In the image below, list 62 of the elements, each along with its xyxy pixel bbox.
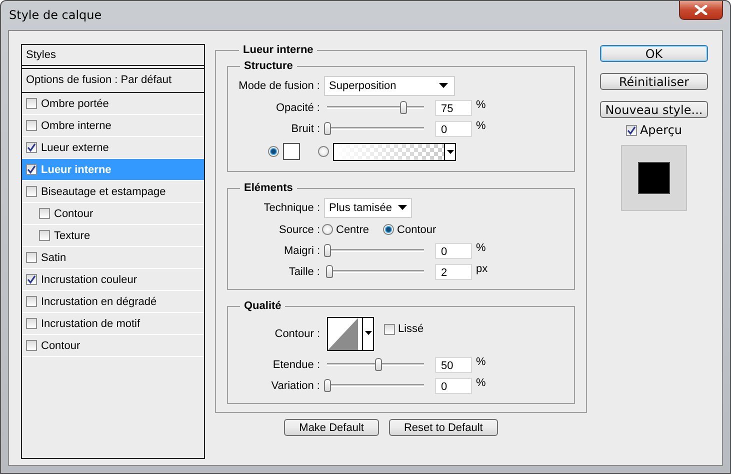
window-title: Style de calque: [9, 8, 102, 22]
style-item[interactable]: Biseautage et estampage: [22, 181, 204, 203]
field-label: Contour :: [274, 328, 321, 340]
style-label: Lueur externe: [41, 142, 109, 154]
unit-label: %: [476, 242, 486, 254]
group-title: Lueur interne: [242, 44, 314, 56]
dropdown[interactable]: Plus tamisée: [324, 198, 412, 218]
style-label: Incrustation en dégradé: [41, 296, 157, 308]
dialog-button[interactable]: Nouveau style...: [600, 101, 708, 118]
radio-option[interactable]: Contour: [383, 224, 436, 236]
default-button[interactable]: Make Default: [284, 419, 379, 436]
style-item[interactable]: Satin: [22, 247, 204, 269]
value-field[interactable]: 2: [435, 264, 472, 280]
unit-label: %: [476, 120, 486, 132]
unit-label: px: [476, 263, 488, 275]
blending-options-item[interactable]: Options de fusion : Par défaut: [22, 69, 204, 93]
value-field[interactable]: 50: [435, 356, 472, 372]
field-label: Source :: [278, 224, 321, 236]
style-label: Satin: [41, 252, 66, 264]
checkbox-label: Aperçu: [640, 123, 682, 137]
unit-label: %: [476, 99, 486, 111]
default-button[interactable]: Reset to Default: [388, 419, 498, 436]
value-field[interactable]: 0: [435, 120, 472, 136]
style-label: Texture: [54, 230, 90, 242]
style-label: Incrustation de motif: [41, 318, 140, 330]
dialog-button[interactable]: Réinitialiser: [600, 73, 708, 90]
checkbox-label: Lissé: [398, 323, 424, 335]
style-item[interactable]: Contour: [22, 335, 204, 357]
field-label: Maigri :: [282, 244, 321, 256]
field-label: Variation :: [270, 380, 321, 392]
style-label: Lueur interne: [41, 164, 112, 176]
style-item[interactable]: Incrustation de motif: [22, 313, 204, 335]
style-item[interactable]: Contour: [22, 203, 204, 225]
style-label: Ombre interne: [41, 120, 112, 132]
field-label: Opacité :: [274, 102, 321, 114]
field-label: Mode de fusion :: [238, 80, 321, 92]
radio-option[interactable]: Centre: [322, 224, 370, 236]
style-item[interactable]: Incrustation en dégradé: [22, 291, 204, 313]
value-field[interactable]: 0: [435, 378, 472, 394]
section-title: Qualité: [243, 300, 282, 312]
style-item[interactable]: Ombre interne: [22, 115, 204, 137]
field-label: Etendue :: [272, 358, 321, 370]
style-item[interactable]: Incrustation couleur: [22, 269, 204, 291]
unit-label: %: [476, 356, 486, 368]
section-title: Eléments: [243, 182, 294, 194]
style-label: Biseautage et estampage: [41, 186, 166, 198]
style-label: Incrustation couleur: [41, 274, 137, 286]
styles-header: Styles: [22, 45, 204, 69]
dialog-button[interactable]: OK: [600, 45, 708, 62]
field-label: Taille :: [288, 266, 321, 278]
style-label: Ombre portée: [41, 98, 109, 110]
value-field[interactable]: 0: [435, 242, 472, 258]
dropdown[interactable]: Superposition: [324, 76, 455, 96]
style-item[interactable]: Ombre portée: [22, 93, 204, 115]
value-field[interactable]: 75: [435, 100, 472, 116]
style-label: Contour: [41, 340, 80, 352]
field-label: Technique :: [262, 202, 321, 214]
style-item[interactable]: Texture: [22, 225, 204, 247]
field-label: Bruit :: [290, 122, 321, 134]
section-title: Structure: [243, 60, 294, 72]
style-label: Contour: [54, 208, 94, 220]
unit-label: %: [476, 377, 486, 389]
